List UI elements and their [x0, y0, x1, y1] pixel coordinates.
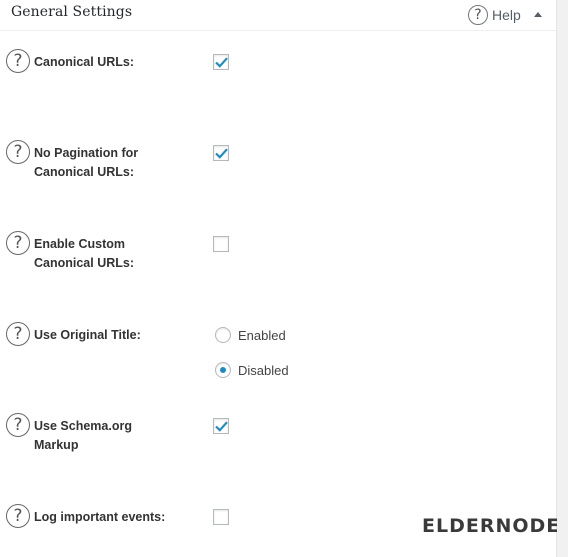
- setting-row-no-pagination: ? No Pagination for Canonical URLs:: [0, 140, 556, 180]
- radio-label: Enabled: [238, 327, 286, 343]
- question-icon[interactable]: ?: [6, 140, 30, 164]
- help-icon: ?: [468, 5, 488, 25]
- checkmark-icon: [214, 420, 228, 432]
- panel-header: General Settings ? Help: [0, 0, 556, 31]
- question-icon[interactable]: ?: [6, 322, 30, 346]
- radio-button[interactable]: [215, 327, 231, 343]
- question-icon[interactable]: ?: [6, 413, 30, 437]
- setting-row-original-title: ? Use Original Title: Enabled Disabled: [0, 322, 556, 382]
- canonical-urls-checkbox[interactable]: [213, 54, 229, 70]
- setting-label: No Pagination for Canonical URLs:: [34, 146, 139, 179]
- radio-dot: [220, 367, 226, 373]
- brand-text: eldernode: [422, 515, 561, 537]
- setting-label: Log important events:: [34, 510, 166, 524]
- question-icon[interactable]: ?: [6, 49, 30, 73]
- help-label: Help: [492, 7, 521, 23]
- scrollbar-track[interactable]: [557, 0, 568, 557]
- setting-row-schema-markup: ? Use Schema.org Markup: [0, 413, 556, 453]
- radio-button[interactable]: [215, 362, 231, 378]
- eldernode-watermark: eldernode: [422, 513, 568, 539]
- custom-canonical-checkbox[interactable]: [213, 236, 229, 252]
- question-icon[interactable]: ?: [6, 504, 30, 528]
- checkmark-icon: [214, 56, 228, 68]
- setting-label: Use Schema.org Markup: [34, 419, 132, 452]
- question-icon[interactable]: ?: [6, 231, 30, 255]
- radio-disabled[interactable]: Disabled: [215, 361, 289, 379]
- schema-markup-checkbox[interactable]: [213, 418, 229, 434]
- setting-label: Use Original Title:: [34, 328, 141, 342]
- setting-label: Canonical URLs:: [34, 55, 135, 69]
- setting-row-canonical-urls: ? Canonical URLs:: [0, 49, 556, 89]
- setting-row-custom-canonical: ? Enable Custom Canonical URLs:: [0, 231, 556, 271]
- setting-label: Enable Custom Canonical URLs:: [34, 237, 135, 270]
- checkmark-icon: [214, 147, 228, 159]
- general-settings-panel: General Settings ? Help ? Canonical URLs…: [0, 0, 568, 557]
- panel-title: General Settings: [11, 4, 133, 20]
- help-link[interactable]: ? Help: [468, 5, 521, 25]
- radio-enabled[interactable]: Enabled: [215, 326, 286, 344]
- log-events-checkbox[interactable]: [213, 509, 229, 525]
- no-pagination-checkbox[interactable]: [213, 145, 229, 161]
- collapse-caret-icon[interactable]: [534, 12, 542, 17]
- radio-label: Disabled: [238, 362, 289, 378]
